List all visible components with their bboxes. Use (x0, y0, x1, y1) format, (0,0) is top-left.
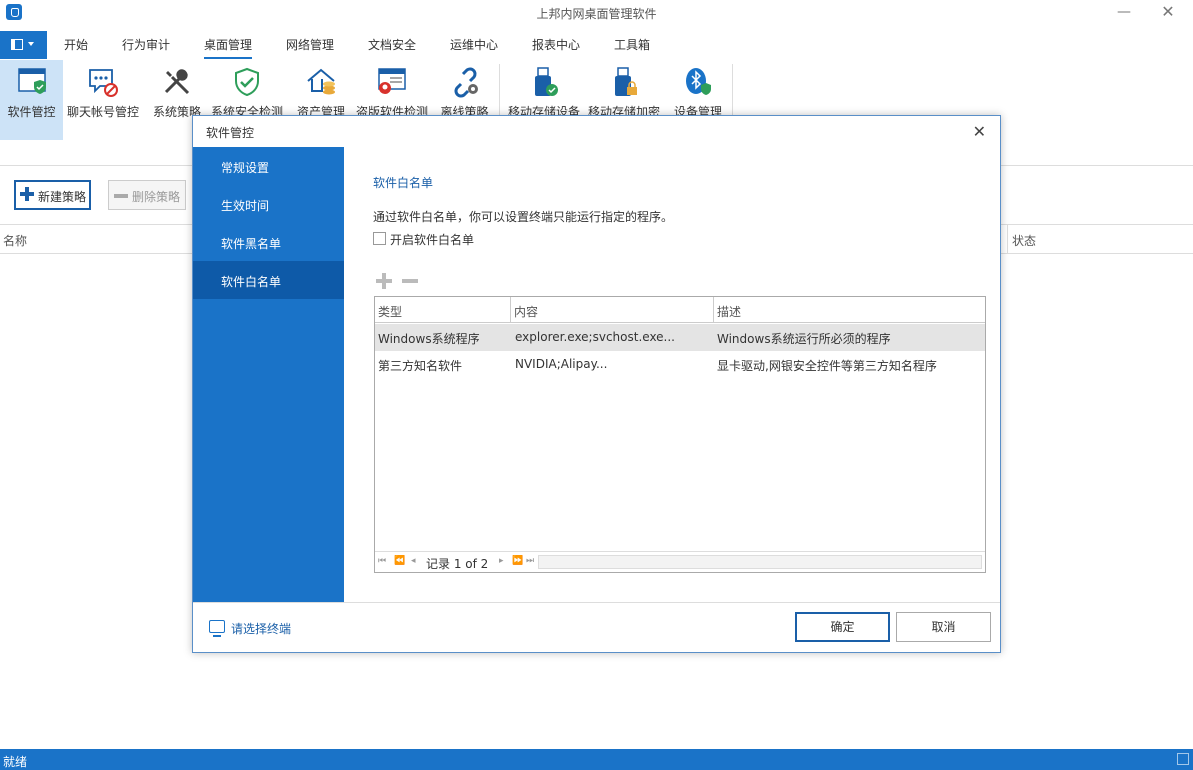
tools-icon (164, 69, 190, 95)
ribbon-software-control[interactable]: 软件管控 (0, 60, 63, 140)
caret-down-icon (28, 42, 34, 46)
nav-label: 软件黑名单 (221, 237, 282, 251)
resize-grip[interactable] (1177, 753, 1189, 765)
app-menu-button[interactable] (0, 31, 47, 59)
select-terminal-label: 请选择终端 (231, 622, 292, 636)
cancel-button[interactable]: 取消 (896, 612, 991, 642)
tab-start[interactable]: 开始 (64, 36, 88, 53)
nav-label: 软件白名单 (221, 275, 282, 289)
piracy-detect-icon (378, 68, 406, 94)
tab-desktop-management[interactable]: 桌面管理 (204, 36, 253, 59)
next-record-icon[interactable]: ▸ (499, 556, 504, 566)
monitor-icon (209, 620, 225, 637)
menu-icon (11, 39, 23, 50)
dialog-nav: 常规设置 生效时间 软件黑名单 软件白名单 (193, 147, 344, 602)
column-divider (1007, 225, 1008, 253)
first-page-icon[interactable]: ⏮ (378, 556, 386, 566)
usb-lock-icon (615, 67, 637, 96)
status-text: 就绪 (3, 755, 28, 769)
cell-type: 第三方知名软件 (378, 359, 463, 373)
record-counter: 记录 1 of 2 (426, 557, 489, 571)
tab-toolbox[interactable]: 工具箱 (614, 36, 650, 53)
tab-network-management[interactable]: 网络管理 (286, 36, 334, 53)
tab-behavior-audit[interactable]: 行为审计 (122, 36, 170, 53)
grid-header: 类型 内容 描述 (375, 297, 985, 323)
new-policy-button[interactable]: 新建策略 (14, 180, 91, 210)
usb-check-icon (535, 67, 558, 96)
nav-general-settings[interactable]: 常规设置 (193, 147, 344, 185)
cell-content: explorer.exe;svchost.exe... (515, 330, 675, 344)
software-control-icon (17, 68, 46, 94)
prev-page-icon[interactable]: ⏪ (394, 556, 405, 566)
column-content[interactable]: 内容 (514, 303, 538, 320)
new-policy-label: 新建策略 (38, 190, 87, 204)
column-type[interactable]: 类型 (378, 303, 402, 320)
grid-pager: ⏮ ⏪ ◂ 记录 1 of 2 ▸ ⏩ ⏭ (375, 551, 985, 572)
nav-label: 生效时间 (221, 199, 270, 213)
close-window-button[interactable]: ✕ (1157, 2, 1179, 22)
delete-policy-label: 删除策略 (132, 190, 181, 204)
dialog-title: 软件管控 (206, 126, 255, 140)
column-name[interactable]: 名称 (3, 232, 27, 249)
bluetooth-shield-icon (686, 68, 711, 95)
column-description[interactable]: 描述 (717, 303, 741, 320)
cell-type: Windows系统程序 (378, 332, 480, 346)
minimize-button[interactable]: — (1113, 2, 1135, 22)
ribbon-chat-account-control[interactable]: 聊天帐号管控 (63, 60, 143, 140)
dialog-close-button[interactable]: ✕ (973, 122, 986, 141)
last-page-icon[interactable]: ⏭ (526, 556, 534, 566)
cell-description: Windows系统运行所必须的程序 (717, 332, 891, 346)
ribbon-label: 聊天帐号管控 (66, 105, 139, 119)
checkbox-label: 开启软件白名单 (390, 233, 475, 247)
cell-content: NVIDIA;Alipay... (515, 357, 608, 371)
window-title: 上邦内网桌面管理软件 (536, 7, 657, 21)
table-row[interactable]: 第三方知名软件 NVIDIA;Alipay... 显卡驱动,网银安全控件等第三方… (375, 351, 985, 378)
ribbon-label: 软件管控 (7, 105, 56, 119)
tab-ops-center[interactable]: 运维中心 (450, 36, 498, 53)
horizontal-scrollbar[interactable] (538, 555, 982, 569)
cell-description: 显卡驱动,网银安全控件等第三方知名程序 (717, 359, 937, 373)
nav-effective-time[interactable]: 生效时间 (193, 185, 344, 223)
column-status[interactable]: 状态 (1012, 232, 1036, 249)
remove-icon[interactable] (402, 279, 418, 283)
nav-whitelist[interactable]: 软件白名单 (193, 261, 344, 299)
add-icon[interactable] (376, 273, 392, 289)
section-title: 软件白名单 (373, 176, 434, 190)
title-bar: 上邦内网桌面管理软件 — ✕ (0, 0, 1193, 26)
column-divider (713, 297, 714, 322)
minus-icon (114, 194, 128, 198)
shield-check-icon (235, 67, 259, 97)
tab-report-center[interactable]: 报表中心 (532, 36, 580, 53)
menu-bar: 开始 行为审计 桌面管理 网络管理 文档安全 运维中心 报表中心 工具箱 (0, 30, 1193, 60)
prev-record-icon[interactable]: ◂ (411, 556, 416, 566)
software-control-dialog: 软件管控 ✕ 常规设置 生效时间 软件黑名单 软件白名单 软件白名单 通过软件白… (192, 115, 1001, 653)
ok-button[interactable]: 确定 (795, 612, 890, 642)
table-row[interactable]: Windows系统程序 explorer.exe;svchost.exe... … (375, 324, 985, 351)
column-divider (510, 297, 511, 322)
delete-policy-button[interactable]: 删除策略 (108, 180, 186, 210)
section-description: 通过软件白名单，你可以设置终端只能运行指定的程序。 (373, 210, 674, 224)
whitelist-grid: 类型 内容 描述 Windows系统程序 explorer.exe;svchos… (374, 296, 986, 573)
asset-house-icon (307, 68, 335, 95)
nav-label: 常规设置 (221, 161, 270, 175)
next-page-icon[interactable]: ⏩ (512, 556, 523, 566)
dialog-footer-divider (193, 602, 1000, 603)
tab-document-security[interactable]: 文档安全 (368, 36, 416, 53)
nav-blacklist[interactable]: 软件黑名单 (193, 223, 344, 261)
plus-icon (20, 187, 34, 201)
chat-account-icon (89, 69, 118, 97)
status-bar: 就绪 (0, 749, 1193, 770)
offline-link-icon (454, 67, 478, 98)
checkbox-box[interactable] (373, 232, 386, 245)
